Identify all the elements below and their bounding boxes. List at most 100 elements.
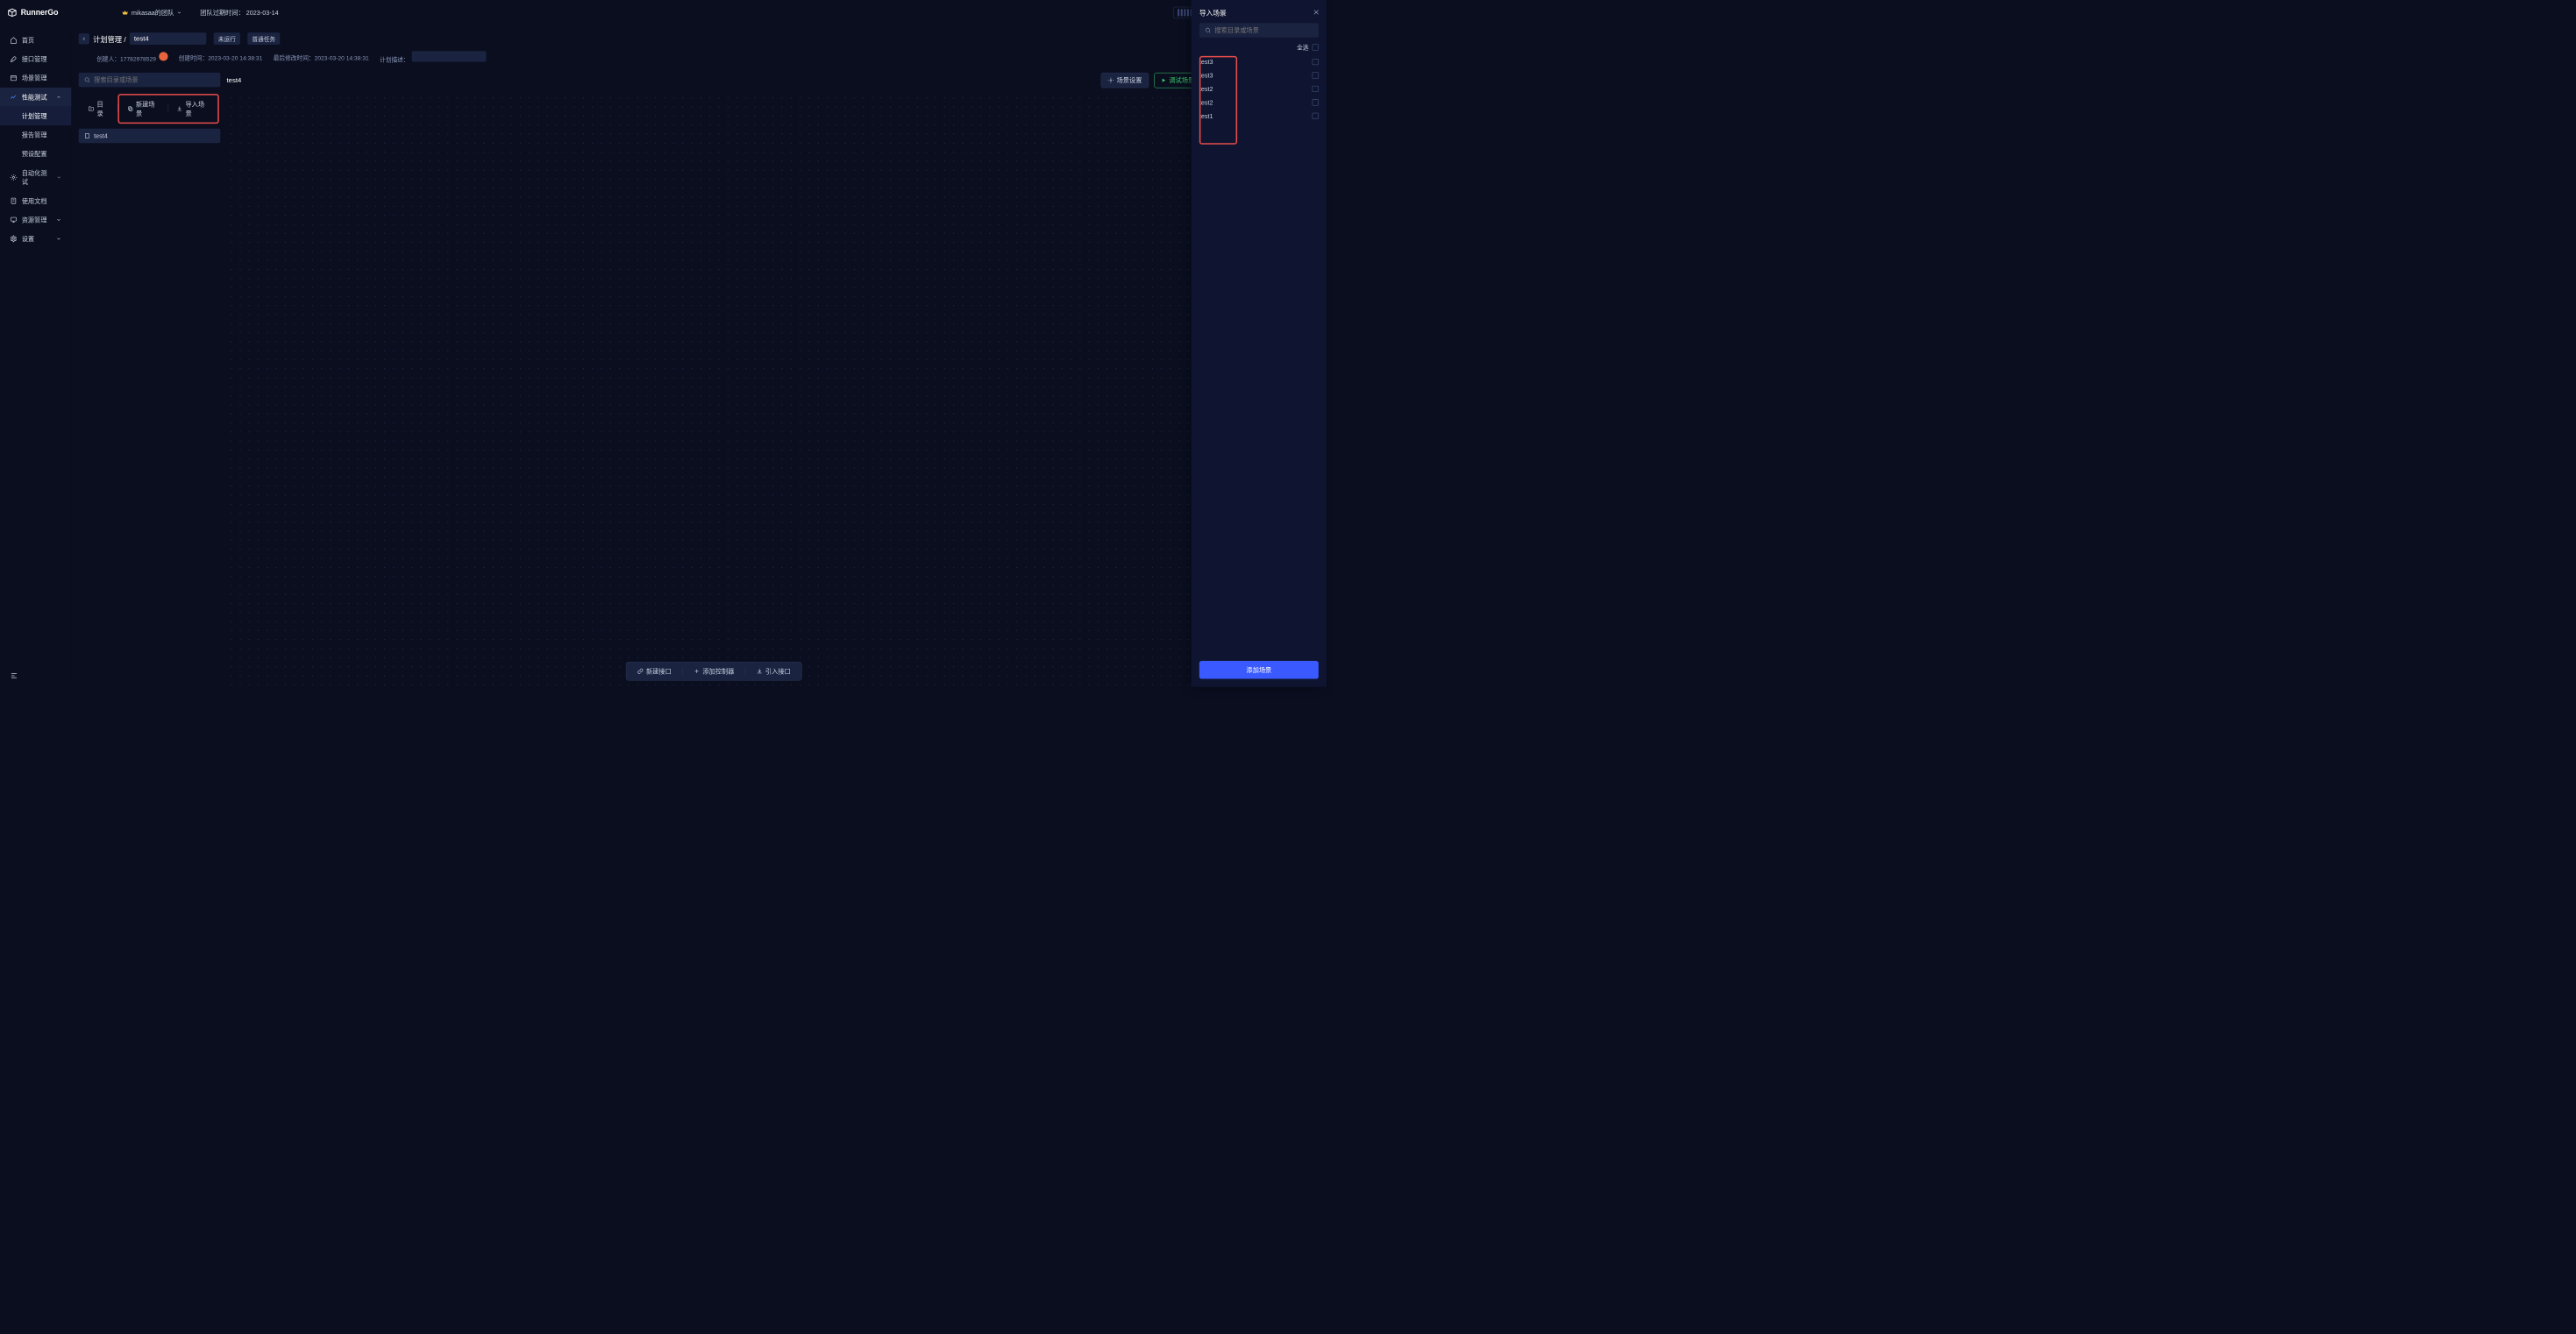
nav-scene[interactable]: 场景管理 <box>0 68 71 88</box>
expire-info: 团队过期时间： 2023-03-14 <box>200 8 278 17</box>
import-api-button[interactable]: 引入接口 <box>745 663 801 681</box>
nav-settings[interactable]: 设置 <box>0 230 71 249</box>
drawer-item[interactable]: test3 <box>1199 68 1319 82</box>
item-checkbox[interactable] <box>1313 59 1319 65</box>
app-header: RunnerGo mikasaa的团队 团队过期时间： 2023-03-14 运… <box>0 0 1327 25</box>
canvas-header: test4 场景设置 调试场景 <box>227 73 1201 89</box>
chevron-down-icon <box>56 174 61 180</box>
chevron-left-icon <box>82 36 87 41</box>
created-at: 创建时间：2023-03-20 14:38:31 <box>179 53 263 62</box>
meta-row: 创建人：17782978529 创建时间：2023-03-20 14:38:31… <box>79 51 1320 63</box>
team-name: mikasaa的团队 <box>132 8 174 17</box>
rocket-icon <box>10 55 17 62</box>
chart-icon <box>10 94 17 101</box>
app-logo: RunnerGo <box>7 8 58 18</box>
collapse-icon <box>10 671 18 679</box>
chevron-down-icon <box>56 217 61 223</box>
nav-report-mgmt[interactable]: 报告管理 <box>0 125 71 145</box>
logo-icon <box>7 8 17 18</box>
scene-search[interactable] <box>79 73 221 87</box>
scene-tree-panel: 目录 新建场景 导入场景 <box>71 73 220 687</box>
drawer-item[interactable]: test3 <box>1199 55 1319 68</box>
status-tag: 未运行 <box>214 32 240 45</box>
chevron-down-icon <box>176 10 181 15</box>
drawer-item[interactable]: test1 <box>1199 110 1319 123</box>
desc: 计划描述： <box>380 51 487 63</box>
team-selector[interactable]: mikasaa的团队 <box>122 8 182 17</box>
download-icon <box>176 106 182 112</box>
link-icon <box>637 668 644 674</box>
search-icon <box>84 77 90 83</box>
main-content: 计划管理 / 未运行 普通任务 创建人：17782978529 创建时间：202… <box>71 25 1327 687</box>
item-checkbox[interactable] <box>1313 113 1319 119</box>
item-checkbox[interactable] <box>1313 72 1319 78</box>
select-all-checkbox[interactable] <box>1313 44 1319 50</box>
creator-avatar <box>159 52 167 60</box>
scene-name: test4 <box>227 76 242 84</box>
monitor-icon <box>10 216 17 224</box>
nav-perf-test[interactable]: 性能测试 <box>0 88 71 107</box>
item-checkbox[interactable] <box>1313 99 1319 105</box>
drawer-title: 导入场景 <box>1199 8 1319 18</box>
updated-at: 最后修改时间：2023-03-20 14:38:31 <box>274 53 369 62</box>
new-api-button[interactable]: 新建接口 <box>626 663 682 681</box>
type-tag: 普通任务 <box>247 32 280 45</box>
close-button[interactable] <box>1313 8 1321 17</box>
drawer-footer: 添加场景 <box>1199 661 1319 679</box>
tree-item[interactable]: test4 <box>79 129 221 143</box>
nav-api[interactable]: 接口管理 <box>0 50 71 69</box>
scene-settings-button[interactable]: 场景设置 <box>1101 73 1149 89</box>
canvas-toolbar: 新建接口 添加控制器 引入接口 <box>626 662 802 681</box>
scene-toolbar: 目录 新建场景 导入场景 <box>79 93 221 125</box>
new-scene-button[interactable]: 新建场景 <box>119 96 168 123</box>
import-scene-button[interactable]: 导入场景 <box>168 96 217 123</box>
scene-canvas-panel: test4 场景设置 调试场景 新建接口 <box>220 73 1207 687</box>
play-icon <box>1161 78 1166 83</box>
nav-auto-test[interactable]: 自动化测试 <box>0 163 71 191</box>
collapse-sidebar[interactable] <box>0 664 71 687</box>
copy-icon <box>127 106 133 112</box>
scene-canvas[interactable]: 新建接口 添加控制器 引入接口 <box>227 94 1201 687</box>
drawer-search-input[interactable] <box>1214 26 1313 33</box>
download-icon <box>757 668 763 674</box>
nav-home[interactable]: 首页 <box>0 31 71 50</box>
breadcrumb-row: 计划管理 / 未运行 普通任务 <box>79 32 1320 45</box>
nav-resource[interactable]: 资源管理 <box>0 210 71 230</box>
file-icon <box>84 132 90 138</box>
settings-icon <box>10 235 17 242</box>
crown-icon <box>122 9 129 16</box>
desc-input[interactable] <box>412 51 487 61</box>
gear-icon <box>1107 77 1114 83</box>
page-header: 计划管理 / 未运行 普通任务 创建人：17782978529 创建时间：202… <box>71 25 1327 67</box>
back-button[interactable] <box>79 33 89 44</box>
folder-plus-icon <box>88 106 94 112</box>
plus-icon <box>694 668 700 674</box>
search-icon <box>1205 27 1211 33</box>
nav-preset[interactable]: 预设配置 <box>0 145 71 164</box>
nav-plan-mgmt[interactable]: 计划管理 <box>0 107 71 126</box>
item-checkbox[interactable] <box>1313 86 1319 92</box>
dir-button[interactable]: 目录 <box>80 96 117 123</box>
close-icon <box>1313 8 1320 16</box>
creator: 创建人：17782978529 <box>96 52 167 62</box>
drawer-list: test3 test3 test2 test2 test1 <box>1199 55 1319 661</box>
home-icon <box>10 37 17 44</box>
chevron-down-icon <box>56 236 61 241</box>
drawer-item[interactable]: test2 <box>1199 82 1319 96</box>
sidebar: 首页 接口管理 场景管理 性能测试 计划管理 报告管理 预设配置 自动化测试 <box>0 25 71 687</box>
import-scene-drawer: 导入场景 全选 test3 test3 test2 test2 test1 添加… <box>1192 0 1327 687</box>
add-controller-button[interactable]: 添加控制器 <box>683 663 745 681</box>
nav-docs[interactable]: 使用文档 <box>0 191 71 210</box>
layers-icon <box>10 75 17 82</box>
scene-search-input[interactable] <box>94 76 215 83</box>
content-row: 目录 新建场景 导入场景 <box>71 73 1327 687</box>
drawer-item[interactable]: test2 <box>1199 96 1319 109</box>
chevron-up-icon <box>56 95 61 100</box>
breadcrumb-parent: 计划管理 / <box>93 33 126 44</box>
app-name: RunnerGo <box>21 8 59 17</box>
add-scene-button[interactable]: 添加场景 <box>1199 661 1319 679</box>
drawer-search[interactable] <box>1199 23 1319 37</box>
plan-name-input[interactable] <box>130 32 207 45</box>
doc-icon <box>10 197 17 204</box>
select-all-row[interactable]: 全选 <box>1199 40 1319 55</box>
